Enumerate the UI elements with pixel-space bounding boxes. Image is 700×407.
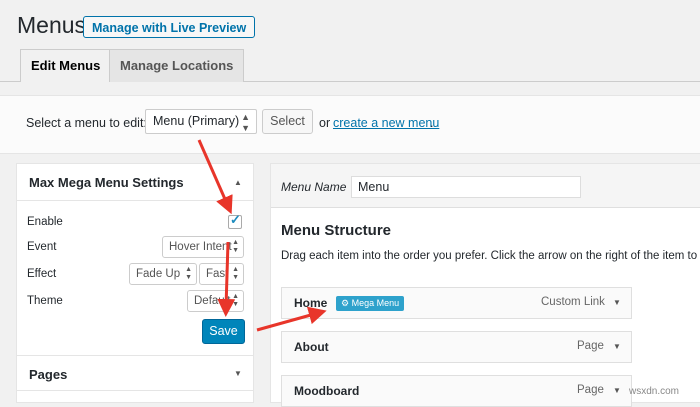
arrow-to-enable [197, 139, 233, 215]
arrow-to-save [217, 241, 236, 317]
annotation-arrows [197, 139, 327, 332]
arrow-to-mega-badge [256, 306, 327, 332]
